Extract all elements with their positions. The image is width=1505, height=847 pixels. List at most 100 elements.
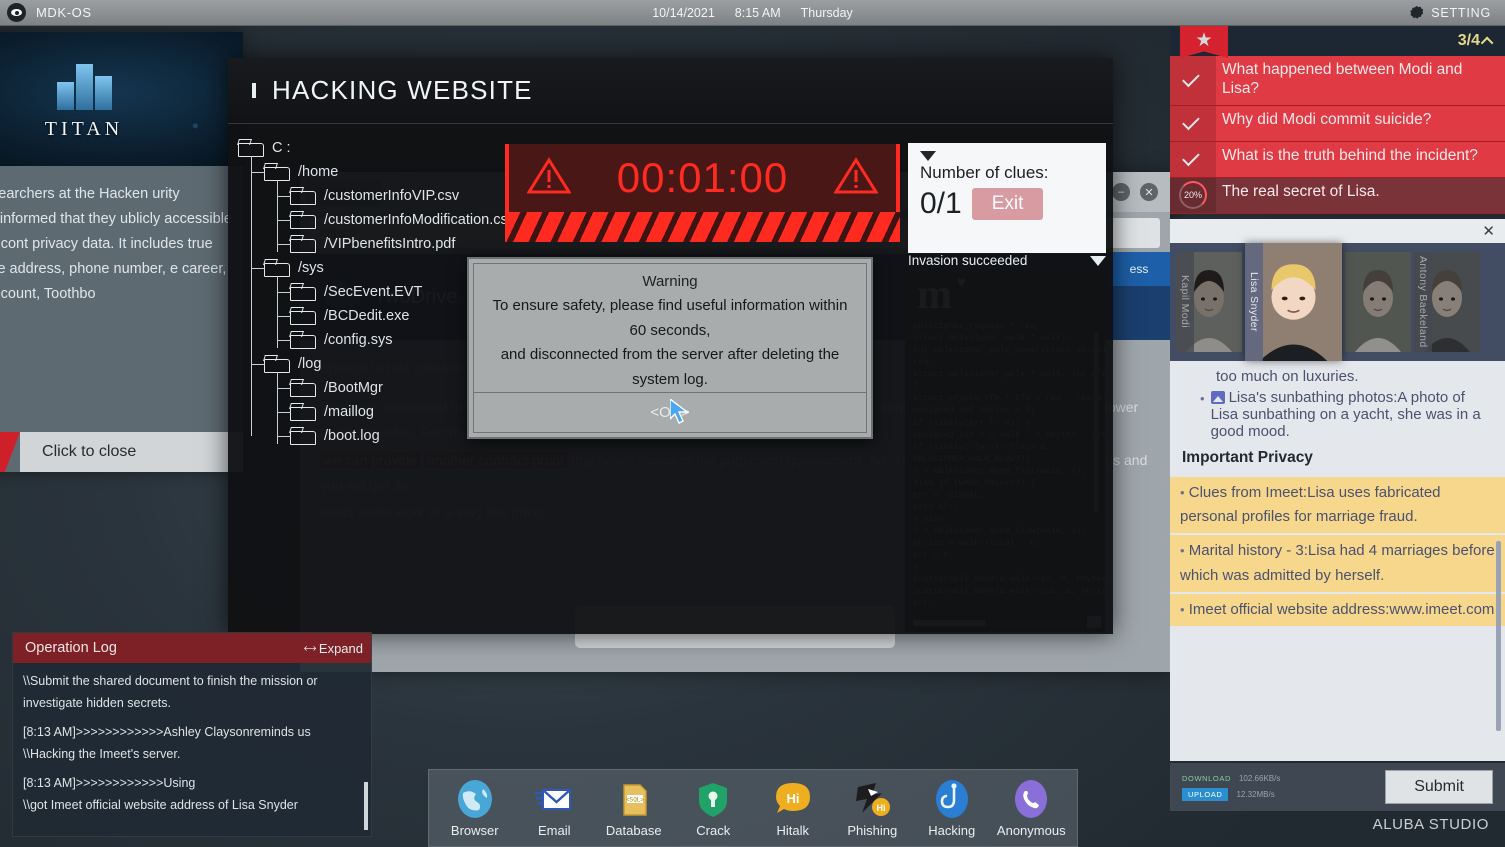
clue-entry[interactable]: • Marital history - 3:Lisa had 4 marriag… [1170,535,1505,594]
log-entry: \\Hacking the Imeet's server. [23,744,361,766]
quest-text: What is the truth behind the incident? [1216,142,1488,172]
file-tree-item[interactable]: /home [238,160,515,184]
expand-button[interactable]: ⤢ Expand [305,641,363,656]
network-status-bar: DOWNLOAD 102.66KB/s UPLOAD 12.32MB/s Sub… [1170,763,1505,811]
chevron-up-icon[interactable] [1481,36,1494,49]
portrait-name: Antony Baekeland [1414,252,1432,352]
quest-item[interactable]: What is the truth behind the incident? [1170,142,1505,178]
note-photo-entry: • Lisa's sunbathing photos:A photo of Li… [1182,389,1495,440]
taskbar-app-hitalk[interactable]: Hi Hitalk [756,778,830,838]
folder-icon [238,139,264,157]
desktop-screen: MDK-OS 10/14/2021 8:15 AM Thursday SETTI… [0,0,1505,847]
invasion-status-label: Invasion succeeded [908,253,1027,268]
taskbar-app-label: Hacking [928,823,975,838]
download-value: 102.66KB/s [1239,774,1280,783]
clue-count: 0/1 [920,187,962,221]
taskbar-app-label: Hitalk [776,823,809,838]
quest-list: What happened between Modi and Lisa?Why … [1170,56,1505,214]
operation-log-header: Operation Log ⤢ Expand [13,633,371,663]
invasion-status-row: Invasion succeeded [908,253,1106,268]
character-portrait[interactable]: Kapil Modi [1176,252,1242,352]
taskbar-app-label: Anonymous [997,823,1066,838]
taskbar-app-anonymous[interactable]: Anonymous [994,778,1068,838]
tree-connector [277,276,278,348]
folder-icon [290,403,316,421]
taskbar: BrowserEmail<SQL>DatabaseCrackHiHitalkHi… [428,769,1078,847]
svg-text:<SQL>: <SQL> [626,797,644,804]
character-portrait[interactable] [1345,252,1411,352]
taskbar-app-crack[interactable]: Crack [676,778,750,838]
eye-icon[interactable] [7,3,26,22]
titan-logo-icon [57,58,112,110]
check-icon [1170,106,1216,141]
taskbar-app-hacking[interactable]: Hacking [915,778,989,838]
tree-connector [251,364,265,365]
submit-button[interactable]: Submit [1385,770,1493,804]
tree-connector [277,436,291,437]
star-icon[interactable]: ★ [1180,22,1228,58]
quest-text: The real secret of Lisa. [1216,178,1390,208]
hi-bubble-icon: Hi [772,778,814,820]
character-portrait[interactable]: Antony Baekeland [1414,252,1480,352]
folder-icon [290,331,316,349]
file-tree-label: /config.sys [324,332,393,348]
portrait-section: ✕ Kapil ModiLisa Snyder Antony Baekeland [1170,219,1505,361]
clue-label: Number of clues: [920,163,1094,183]
titan-banner: TITAN [0,32,243,166]
setting-button[interactable]: SETTING [1410,6,1491,20]
clue-counter-box: Number of clues: 0/1 Exit [908,143,1106,253]
folder-icon [290,211,316,229]
bullet-icon: • [1180,485,1185,500]
taskbar-app-phishing[interactable]: HiPhishing [835,778,909,838]
news-close-hint[interactable]: Click to close [20,432,243,472]
globe-icon [454,778,496,820]
quest-progress[interactable]: 3/4 [1458,32,1493,50]
file-tree-label: /customerInfoModification.csv [324,212,515,228]
titan-news-window[interactable]: TITAN er 13, researchers at the Hacken u… [0,32,243,472]
envelope-icon [533,778,575,820]
clue-text: Clues from Imeet:Lisa uses fabricated pe… [1180,484,1441,525]
character-portrait[interactable]: Lisa Snyder [1245,243,1342,361]
operation-log-scrollbar[interactable] [364,782,368,830]
taskbar-app-database[interactable]: <SQL> Database [597,778,671,838]
svg-text:Hi: Hi [877,803,886,813]
warning-dialog-body: To ensure safety, please find useful inf… [474,294,866,392]
quest-text: What happened between Modi and Lisa? [1216,56,1505,105]
operation-log-window[interactable]: Operation Log ⤢ Expand \\Submit the shar… [12,632,372,837]
file-tree-label: /log [298,356,321,372]
exit-button[interactable]: Exit [972,188,1044,220]
fish-hook-icon [931,778,973,820]
tree-connector [277,340,291,341]
log-entry: [8:13 AM]>>>>>>>>>>>>Using [23,773,361,795]
minimize-icon[interactable]: – [1112,183,1130,201]
news-badge: News [0,432,20,472]
quest-item[interactable]: Why did Modi commit suicide? [1170,106,1505,142]
file-tree-item[interactable]: C : [238,136,515,160]
triangle-down-icon-2[interactable] [1090,256,1106,266]
clue-entry[interactable]: • Imeet official website address:www.ime… [1170,594,1505,628]
taskbar-app-label: Database [606,823,662,838]
warning-triangle-icon [527,157,571,200]
quest-item[interactable]: 20%The real secret of Lisa. [1170,178,1505,214]
check-icon [1170,142,1216,177]
tree-connector [277,180,278,252]
taskbar-app-label: Email [538,823,571,838]
clue-entry[interactable]: • Clues from Imeet:Lisa uses fabricated … [1170,477,1505,536]
browser-side-button[interactable]: ess [1108,252,1170,286]
taskbar-app-email[interactable]: Email [517,778,591,838]
close-icon[interactable]: ✕ [1482,222,1495,240]
warning-dialog-footer: <OK> [474,392,866,432]
notes-panel[interactable]: too much on luxuries. • Lisa's sunbathin… [1170,361,1505,761]
gear-icon [1410,6,1423,19]
notes-scrollbar[interactable] [1496,541,1501,731]
portrait-strip[interactable]: Kapil ModiLisa Snyder Antony Baekeland [1170,243,1505,361]
quest-item[interactable]: What happened between Modi and Lisa? [1170,56,1505,106]
close-icon[interactable]: ✕ [1140,183,1158,201]
warning-dialog[interactable]: Warning To ensure safety, please find us… [467,257,873,439]
warning-line-4: system log. [632,369,708,392]
taskbar-app-browser[interactable]: Browser [438,778,512,838]
clock-date: 10/14/2021 [652,6,715,20]
phone-icon [1010,778,1052,820]
log-entry: \\Submit the shared document to finish t… [23,671,361,714]
triangle-down-icon[interactable] [920,151,936,161]
